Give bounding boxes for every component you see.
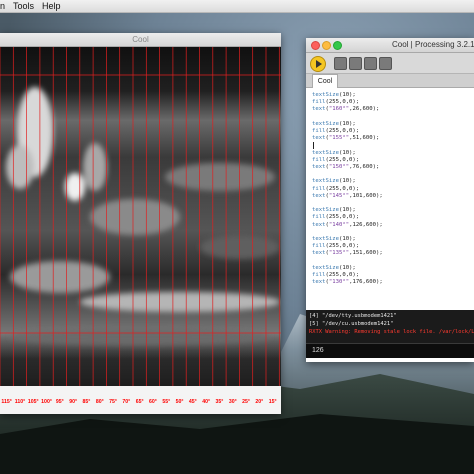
close-window-button[interactable]	[311, 41, 320, 50]
tab-cool[interactable]: Cool	[312, 74, 338, 88]
stop-button[interactable]	[334, 57, 347, 70]
code-keyword: text	[312, 279, 326, 286]
console-line: RXTX Warning: Removing stale lock file. …	[309, 329, 474, 335]
sketch-window[interactable]: Cool 115° 110° 105° 100° 95° 90° 85° 80°…	[0, 33, 281, 414]
code-string: "135°"	[328, 250, 350, 257]
code-line: fill(255,0,0);	[312, 272, 360, 278]
code-keyword: text	[312, 106, 326, 113]
code-string: "130°"	[328, 279, 350, 286]
code-line: text("140°",126,600);	[312, 221, 383, 228]
code-keyword: fill	[312, 99, 326, 106]
code-keyword: fill	[312, 214, 326, 221]
code-line: fill(255,0,0);	[312, 214, 360, 221]
code-line: fill(255,0,0);	[312, 243, 360, 250]
ide-tab-bar: Cool	[306, 74, 474, 88]
temperature-label: 30°	[229, 399, 237, 405]
code-string: "160°"	[328, 106, 350, 113]
menu-item-help[interactable]: Help	[42, 0, 61, 12]
code-line: textSize(10);	[312, 236, 356, 242]
temperature-label: 115°	[1, 399, 11, 405]
ide-title-bar[interactable]: Cool | Processing 3.2.1	[306, 38, 474, 53]
status-value: 126	[312, 347, 324, 354]
temperature-label: 20°	[255, 399, 263, 405]
new-sketch-button[interactable]	[349, 57, 362, 70]
temperature-label: 15°	[269, 399, 277, 405]
code-line: fill(255,0,0);	[312, 99, 360, 106]
temperature-label: 35°	[216, 399, 224, 405]
code-keyword: textSize	[312, 207, 339, 214]
code-keyword: textSize	[312, 149, 339, 156]
open-sketch-button[interactable]	[364, 57, 377, 70]
code-line: text("135°",151,600);	[312, 250, 383, 257]
code-line: fill(255,0,0);	[312, 156, 360, 163]
temperature-label: 45°	[189, 399, 197, 405]
save-sketch-button[interactable]	[379, 57, 392, 70]
code-keyword: text	[312, 192, 326, 199]
code-line: textSize(10);	[312, 207, 356, 214]
code-line: textSize(10);	[312, 92, 356, 98]
code-editor[interactable]: textSize(10); fill(255,0,0); text("160°",2…	[306, 88, 474, 340]
code-keyword: fill	[312, 128, 326, 134]
console-status-bar: 126	[306, 343, 474, 358]
code-line: fill(255,0,0);	[312, 185, 360, 192]
code-line: text("150°",76,600);	[312, 164, 380, 170]
temperature-label: 90°	[69, 399, 77, 405]
temperature-label: 65°	[136, 399, 144, 405]
code-keyword: textSize	[312, 236, 339, 242]
code-string: "155°"	[328, 135, 350, 142]
code-keyword: fill	[312, 185, 326, 192]
temperature-label: 85°	[83, 399, 91, 405]
code-line: textSize(10);	[312, 120, 356, 127]
temperature-label: 50°	[176, 399, 184, 405]
minimize-window-button[interactable]	[322, 41, 331, 50]
sketch-window-title[interactable]: Cool	[0, 33, 281, 47]
code-keyword: fill	[312, 272, 326, 278]
menu-item-app[interactable]: n	[0, 0, 5, 12]
code-keyword: text	[312, 221, 326, 228]
code-keyword: fill	[312, 156, 326, 163]
temperature-label: 75°	[109, 399, 117, 405]
sketch-canvas[interactable]: 115° 110° 105° 100° 95° 90° 85° 80° 75° 70° 65° 60°…	[0, 47, 281, 414]
temperature-label: 95°	[56, 399, 64, 405]
menu-bar: n Tools Help	[0, 0, 474, 13]
code-keyword: textSize	[312, 120, 339, 127]
code-line: textSize(10);	[312, 264, 356, 271]
temperature-label: 100°	[41, 399, 52, 405]
text-cursor	[313, 142, 314, 150]
code-line: text("145°",101,600);	[312, 192, 383, 199]
thermal-image-canvas: 115° 110° 105° 100° 95° 90° 85° 80° 75° 70° 65° 60°…	[0, 47, 281, 414]
code-line: textSize(10);	[312, 178, 356, 185]
code-string: "150°"	[328, 164, 350, 170]
code-line: textSize(10);	[312, 149, 356, 156]
zoom-window-button[interactable]	[333, 41, 342, 50]
temperature-label: 80°	[96, 399, 104, 405]
ide-toolbar	[306, 53, 474, 74]
ide-window-title: Cool | Processing 3.2.1	[392, 40, 474, 49]
code-keyword: textSize	[312, 264, 339, 271]
temperature-label: 110°	[15, 399, 25, 405]
code-keyword: fill	[312, 243, 326, 250]
code-keyword: textSize	[312, 178, 339, 185]
temperature-label: 40°	[202, 399, 210, 405]
code-keyword: text	[312, 135, 326, 142]
temperature-label: 25°	[242, 399, 250, 405]
code-line: text("155°",51,600);	[312, 135, 380, 142]
code-line: fill(255,0,0);	[312, 128, 360, 134]
code-line: text("130°",176,600);	[312, 279, 383, 286]
code-line: text("160°",26,600);	[312, 106, 380, 113]
code-keyword: textSize	[312, 92, 339, 98]
temperature-labels: 115° 110° 105° 100° 95° 90° 85° 80° 75° 70° 65° 60°…	[1, 399, 276, 405]
temperature-label: 60°	[149, 399, 157, 405]
run-button[interactable]	[310, 56, 326, 72]
menu-item-tools[interactable]: Tools	[13, 0, 34, 12]
code-keyword: text	[312, 250, 326, 257]
temperature-label: 70°	[122, 399, 130, 405]
temperature-label: 55°	[162, 399, 170, 405]
code-string: "145°"	[328, 192, 350, 199]
console-line: [5] "/dev/cu.usbmodem1421"	[309, 321, 394, 327]
temperature-label: 105°	[28, 399, 39, 405]
console-line: [4] "/dev/tty.usbmodem1421"	[309, 313, 397, 319]
code-keyword: text	[312, 164, 326, 170]
code-string: "140°"	[328, 221, 350, 228]
